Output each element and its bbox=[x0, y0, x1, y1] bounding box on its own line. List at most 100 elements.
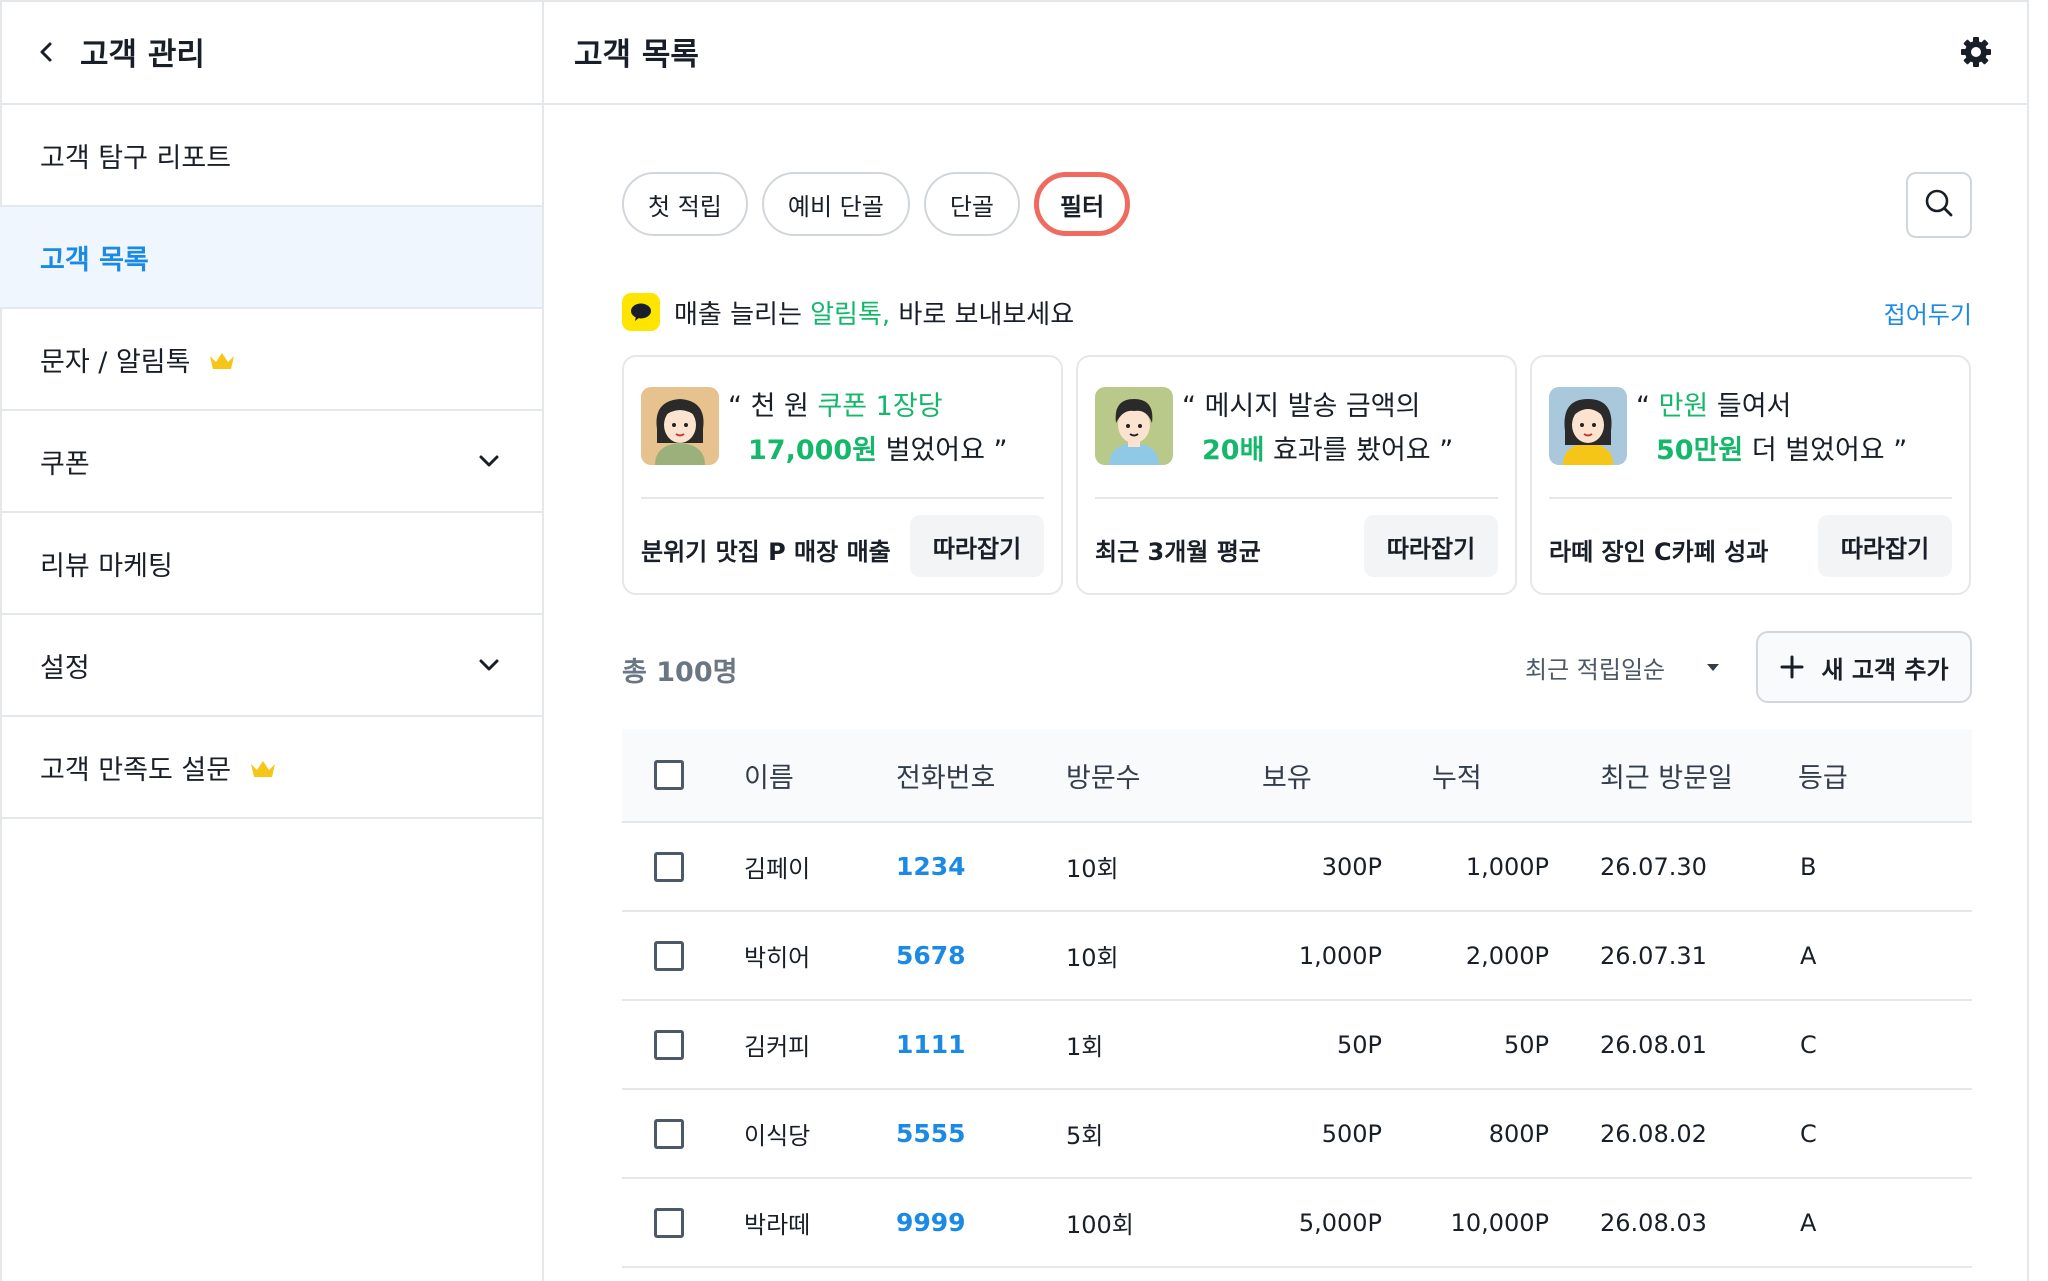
chevron-down-icon bbox=[476, 652, 502, 678]
sidebar-header: 고객 관리 bbox=[0, 0, 542, 105]
chevron-down-icon bbox=[476, 448, 502, 474]
search-icon bbox=[1923, 187, 1955, 223]
crown-icon bbox=[208, 348, 236, 370]
success-cards: “ 천 원 쿠폰 1장당 17,000원 벌었어요 ” 분위기 맛집 P 매장 … bbox=[622, 355, 1971, 595]
card-caption: 라떼 장인 C카페 성과 bbox=[1549, 538, 1769, 566]
chip-filter[interactable]: 필터 bbox=[1034, 172, 1131, 236]
cell-grade: C bbox=[1800, 1119, 1817, 1148]
cell-balance: 300P bbox=[1321, 852, 1382, 881]
card-caption: 최근 3개월 평균 bbox=[1095, 538, 1261, 566]
sidebar-item-label: 고객 탐구 리포트 bbox=[40, 142, 232, 174]
add-customer-label: 새 고객 추가 bbox=[1821, 655, 1949, 684]
chat-bubble-icon bbox=[622, 293, 660, 331]
cell-grade: B bbox=[1800, 852, 1817, 881]
sidebar-item-review-marketing[interactable]: 리뷰 마케팅 bbox=[0, 513, 542, 615]
chip-first-earn[interactable]: 첫 적립 bbox=[622, 172, 748, 236]
sidebar-title: 고객 관리 bbox=[80, 37, 205, 73]
header-visits: 방문수 bbox=[1066, 762, 1141, 794]
chip-regular[interactable]: 단골 bbox=[923, 172, 1020, 236]
row-checkbox[interactable] bbox=[654, 1207, 684, 1238]
sidebar-item-report[interactable]: 고객 탐구 리포트 bbox=[0, 105, 542, 207]
cell-last-visit: 26.07.31 bbox=[1600, 941, 1707, 970]
cell-visits: 5회 bbox=[1066, 1122, 1104, 1150]
cell-visits: 100회 bbox=[1066, 1211, 1134, 1239]
card-quote: “ 천 원 쿠폰 1장당 17,000원 벌었어요 ” bbox=[728, 391, 1008, 466]
table-row[interactable]: 박히어 5678 10회 1,000P 2,000P 26.07.31 A bbox=[622, 912, 1972, 1001]
cell-grade: C bbox=[1800, 1030, 1817, 1059]
search-button[interactable] bbox=[1906, 172, 1972, 238]
card-quote: “ 만원 들여서 50만원 더 벌었어요 ” bbox=[1636, 391, 1908, 466]
cell-grade: A bbox=[1800, 1208, 1817, 1237]
chip-pre-regular[interactable]: 예비 단골 bbox=[761, 172, 910, 236]
cell-phone[interactable]: 9999 bbox=[896, 1179, 966, 1266]
sidebar-item-label: 쿠폰 bbox=[40, 448, 90, 480]
collapse-link[interactable]: 접어두기 bbox=[1884, 295, 1972, 330]
crown-icon bbox=[249, 756, 277, 778]
sort-label: 최근 적립일순 bbox=[1525, 656, 1666, 684]
cell-visits: 1회 bbox=[1066, 1033, 1104, 1061]
select-all-checkbox[interactable] bbox=[654, 760, 684, 790]
gear-icon[interactable] bbox=[1959, 35, 1993, 69]
cell-phone[interactable]: 5555 bbox=[896, 1090, 966, 1177]
row-checkbox[interactable] bbox=[654, 1118, 684, 1149]
success-card: “ 메시지 발송 금액의 20배 효과를 봤어요 ” 최근 3개월 평균 따라잡… bbox=[1076, 355, 1517, 595]
cell-balance: 500P bbox=[1321, 1119, 1382, 1148]
cell-name: 김페이 bbox=[744, 855, 811, 883]
sidebar-item-survey[interactable]: 고객 만족도 설문 bbox=[0, 717, 542, 819]
sidebar-item-label: 문자 / 알림톡 bbox=[40, 346, 191, 378]
row-checkbox[interactable] bbox=[654, 940, 684, 971]
cell-name: 김커피 bbox=[744, 1033, 811, 1061]
cell-last-visit: 26.08.03 bbox=[1600, 1208, 1707, 1237]
caret-down-icon bbox=[1707, 664, 1720, 671]
card-divider bbox=[1549, 497, 1952, 499]
avatar bbox=[1549, 387, 1627, 465]
cell-phone[interactable]: 1111 bbox=[896, 1001, 966, 1088]
sort-dropdown[interactable]: 최근 적립일순 bbox=[1525, 650, 1720, 685]
promo-banner: 매출 늘리는 알림톡, 바로 보내보세요 접어두기 bbox=[622, 292, 1972, 332]
header-balance: 보유 bbox=[1262, 762, 1312, 794]
header-grade: 등급 bbox=[1798, 762, 1848, 794]
table-row[interactable]: 박라떼 9999 100회 5,000P 10,000P 26.08.03 A bbox=[622, 1179, 1972, 1268]
header-last-visit: 최근 방문일 bbox=[1600, 762, 1733, 794]
cell-accumulated: 2,000P bbox=[1465, 941, 1549, 970]
main-panel: 고객 목록 첫 적립 예비 단골 단골 필터 매출 늘리는 알림톡, 바로 보내… bbox=[544, 0, 2029, 1281]
follow-button[interactable]: 따라잡기 bbox=[1818, 515, 1952, 577]
sidebar-item-coupon[interactable]: 쿠폰 bbox=[0, 411, 542, 513]
table-header: 이름 전화번호 방문수 보유 누적 최근 방문일 등급 bbox=[622, 729, 1972, 823]
success-card: “ 만원 들여서 50만원 더 벌었어요 ” 라떼 장인 C카페 성과 따라잡기 bbox=[1530, 355, 1971, 595]
sidebar-item-messages[interactable]: 문자 / 알림톡 bbox=[0, 309, 542, 411]
cell-balance: 5,000P bbox=[1298, 1208, 1382, 1237]
cell-accumulated: 10,000P bbox=[1450, 1208, 1549, 1237]
row-checkbox[interactable] bbox=[654, 851, 684, 882]
sidebar-item-settings[interactable]: 설정 bbox=[0, 615, 542, 717]
table-row[interactable]: 이식당 5555 5회 500P 800P 26.08.02 C bbox=[622, 1090, 1972, 1179]
card-divider bbox=[1095, 497, 1498, 499]
cell-balance: 1,000P bbox=[1298, 941, 1382, 970]
filter-chips: 첫 적립 예비 단골 단골 필터 bbox=[622, 172, 1131, 236]
cell-accumulated: 50P bbox=[1503, 1030, 1549, 1059]
cell-phone[interactable]: 1234 bbox=[896, 823, 966, 910]
sidebar: 고객 관리 고객 탐구 리포트 고객 목록 문자 / 알림톡 쿠폰 리뷰 마케팅… bbox=[0, 0, 544, 1281]
follow-button[interactable]: 따라잡기 bbox=[1364, 515, 1498, 577]
header-accumulated: 누적 bbox=[1432, 762, 1482, 794]
card-divider bbox=[641, 497, 1044, 499]
cell-name: 이식당 bbox=[744, 1122, 811, 1150]
page-title: 고객 목록 bbox=[574, 37, 699, 73]
sidebar-item-customer-list[interactable]: 고객 목록 bbox=[0, 207, 542, 309]
follow-button[interactable]: 따라잡기 bbox=[910, 515, 1044, 577]
add-customer-button[interactable]: 새 고객 추가 bbox=[1756, 631, 1972, 703]
sidebar-item-label: 고객 목록 bbox=[40, 244, 149, 276]
cell-name: 박히어 bbox=[744, 944, 811, 972]
cell-phone[interactable]: 5678 bbox=[896, 912, 966, 999]
cell-last-visit: 26.08.02 bbox=[1600, 1119, 1707, 1148]
card-caption: 분위기 맛집 P 매장 매출 bbox=[641, 538, 891, 566]
cell-visits: 10회 bbox=[1066, 855, 1119, 883]
row-checkbox[interactable] bbox=[654, 1029, 684, 1060]
cell-balance: 50P bbox=[1336, 1030, 1382, 1059]
cell-last-visit: 26.07.30 bbox=[1600, 852, 1707, 881]
chevron-left-icon[interactable] bbox=[34, 39, 60, 65]
table-row[interactable]: 김커피 1111 1회 50P 50P 26.08.01 C bbox=[622, 1001, 1972, 1090]
cell-accumulated: 1,000P bbox=[1465, 852, 1549, 881]
table-row[interactable]: 김페이 1234 10회 300P 1,000P 26.07.30 B bbox=[622, 823, 1972, 912]
plus-icon bbox=[1779, 654, 1805, 680]
